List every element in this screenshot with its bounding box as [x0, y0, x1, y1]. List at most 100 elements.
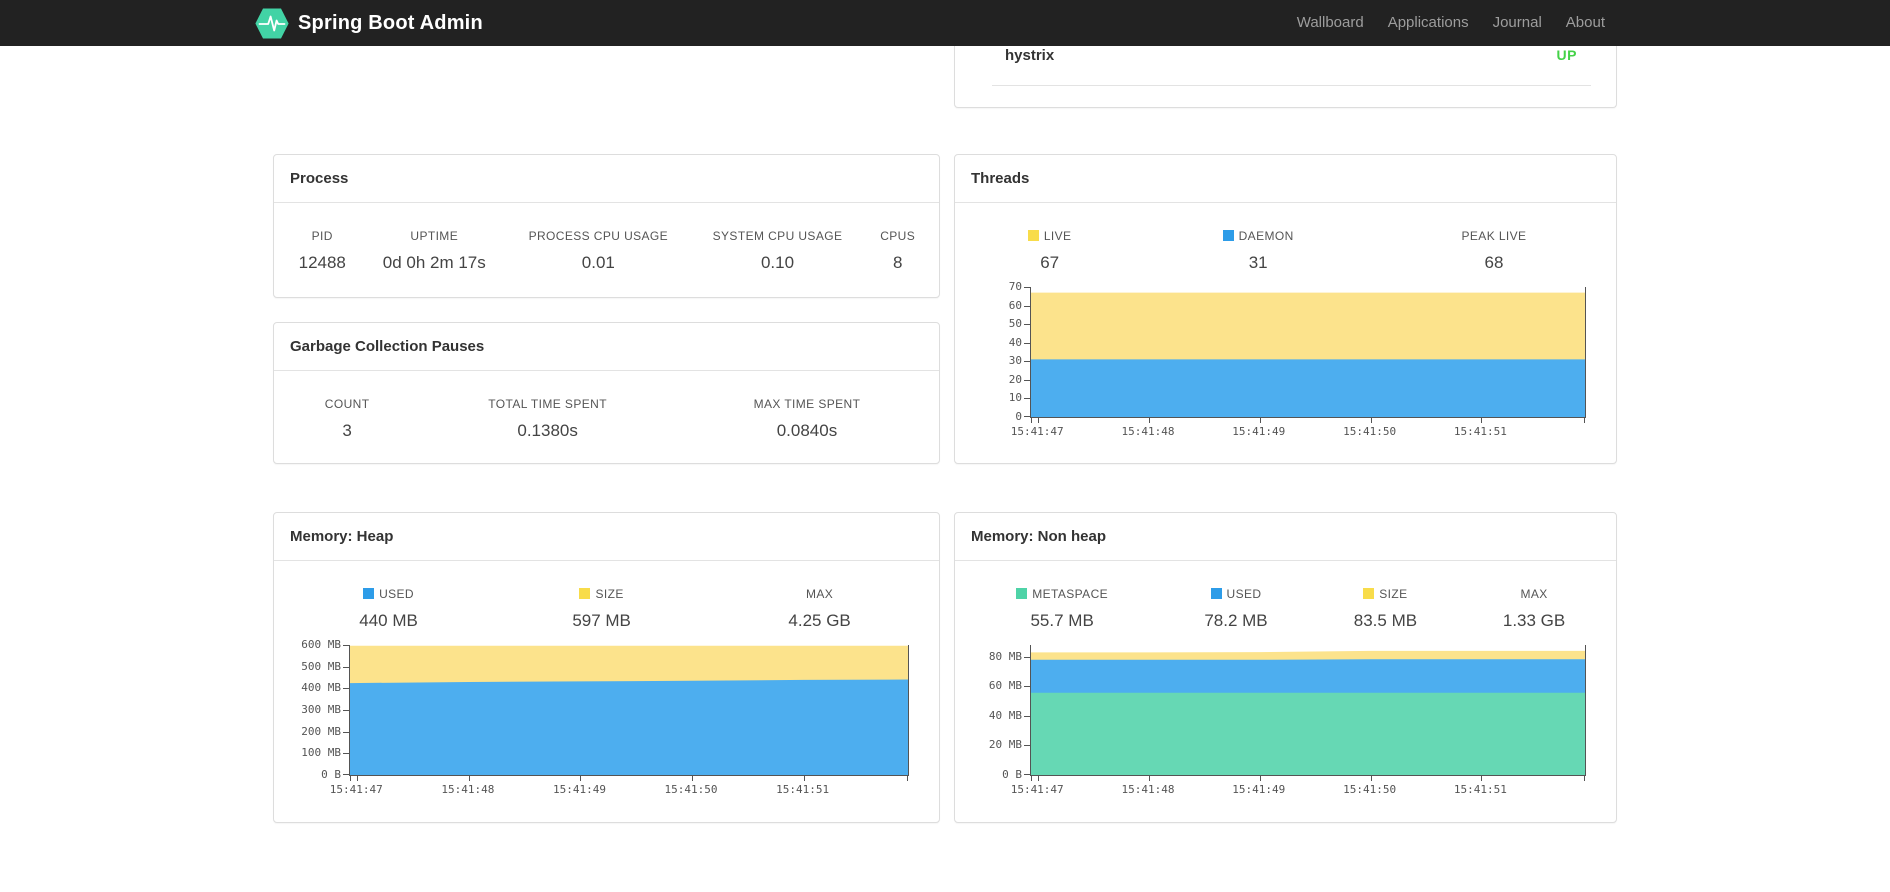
x-tick-label: 15:41:49: [552, 783, 606, 796]
metric-value: 0.10: [760, 253, 795, 272]
x-tick-label: 15:41:48: [441, 783, 495, 796]
nonheap-chart-plot: [1024, 645, 1586, 781]
y-tick-label: 30: [1008, 354, 1022, 368]
metric-value: 0.01: [581, 253, 615, 272]
threads-card: Threads LIVE DAEMON PEAK LIVE 67 31 68 0 10 20 3…: [954, 154, 1617, 464]
metric-label: SIZE: [495, 587, 708, 601]
nav-link-about[interactable]: About: [1554, 0, 1617, 46]
y-tick-label: 20 MB: [988, 738, 1022, 752]
process-metrics-table: PID UPTIME PROCESS CPU USAGE SYSTEM CPU USA…: [282, 229, 931, 273]
threads-card-title: Threads: [955, 155, 1616, 203]
gc-card-title: Garbage Collection Pauses: [274, 323, 939, 371]
y-tick-mark: [1024, 398, 1030, 400]
metric-label: CPUS: [880, 229, 916, 243]
metric-label: LIVE: [963, 229, 1136, 243]
y-tick-mark: [1024, 379, 1030, 381]
y-tick-mark: [343, 666, 349, 668]
metric-label: COUNT: [324, 397, 370, 411]
y-tick-mark: [343, 688, 349, 690]
metric-value: 12488: [298, 253, 346, 272]
metric-label: USED: [282, 587, 495, 601]
metric-label: MAX: [1520, 587, 1548, 601]
metric-label: METASPACE: [963, 587, 1161, 601]
x-tick-label: 15:41:49: [1232, 783, 1286, 796]
y-tick-label: 40 MB: [988, 708, 1022, 722]
threads-chart-plot: [1024, 287, 1586, 423]
process-card: Process PID UPTIME PROCESS CPU USAGE SYSTEM…: [273, 154, 940, 298]
metric-value: 0d 0h 2m 17s: [382, 253, 486, 272]
pulse-hexagon-icon: [255, 8, 289, 39]
legend-swatch-icon: [1210, 588, 1222, 599]
y-tick-label: 40: [1008, 335, 1022, 349]
metric-value: 31: [1248, 253, 1268, 272]
metric-value: 68: [1484, 253, 1504, 272]
heap-chart: 0 B 100 MB 200 MB 300 MB 400 MB 500 MB 600 MB …: [301, 638, 909, 800]
metric-value: 0.0840s: [776, 421, 838, 440]
legend-swatch-icon: [1222, 230, 1234, 241]
legend-swatch-icon: [1363, 588, 1375, 599]
nav-link-journal[interactable]: Journal: [1481, 0, 1554, 46]
brand-title: Spring Boot Admin: [298, 11, 483, 34]
legend-swatch-icon: [1027, 230, 1039, 241]
metric-label: SIZE: [1311, 587, 1460, 601]
x-tick-label: 15:41:47: [1010, 783, 1064, 796]
y-tick-label: 0 B: [321, 768, 341, 781]
y-tick-label: 50: [1008, 317, 1022, 331]
nav-link-wallboard[interactable]: Wallboard: [1285, 0, 1376, 46]
x-tick-label: 15:41:51: [1453, 425, 1507, 438]
threads-chart-x-axis: 15:41:47 15:41:48 15:41:49 15:41:50 15:41:51: [1011, 418, 1586, 442]
y-tick-label: 400 MB: [301, 681, 341, 695]
y-tick-label: 100 MB: [301, 746, 341, 760]
metric-value: 83.5 MB: [1353, 611, 1418, 630]
y-tick-mark: [343, 774, 349, 775]
area-series-daemon: [1031, 359, 1585, 417]
metric-label: MAX TIME SPENT: [753, 397, 861, 411]
y-tick-label: 70: [1008, 280, 1022, 293]
area-series-metaspace: [1031, 692, 1585, 775]
navbar-inner: Spring Boot Admin Wallboard Applications…: [255, 0, 1617, 46]
metric-value: 0.1380s: [517, 421, 578, 440]
y-tick-mark: [1024, 324, 1030, 326]
y-tick-label: 600 MB: [301, 638, 341, 651]
content-area: hystrix UP Process PID UPTIME PROCESS CPU …: [273, 46, 1617, 892]
metric-value: 597 MB: [572, 611, 631, 630]
y-tick-mark: [1024, 342, 1030, 344]
metric-value: 78.2 MB: [1204, 611, 1268, 630]
nav-links: Wallboard Applications Journal About: [1285, 0, 1617, 46]
x-tick-label: 15:41:47: [329, 783, 383, 796]
metric-label: PEAK LIVE: [1461, 229, 1527, 243]
y-tick-label: 10: [1008, 391, 1022, 405]
x-tick-label: 15:41:50: [1343, 425, 1397, 438]
y-tick-label: 80 MB: [988, 649, 1022, 663]
y-tick-mark: [343, 710, 349, 711]
metric-label: PROCESS CPU USAGE: [528, 229, 669, 243]
health-details-card: hystrix UP: [954, 46, 1617, 108]
heap-legend-table: USED SIZE MAX 440 MB 597 MB 4.25 GB: [282, 587, 931, 631]
y-tick-label: 500 MB: [301, 659, 341, 673]
metric-value: 4.25 GB: [788, 611, 851, 630]
health-status-badge: UP: [1556, 47, 1577, 63]
y-tick-mark: [343, 645, 349, 646]
brand-link[interactable]: Spring Boot Admin: [255, 8, 483, 39]
y-tick-mark: [1024, 305, 1030, 307]
y-tick-label: 60: [1008, 298, 1022, 312]
legend-swatch-icon: [579, 588, 591, 599]
metric-label: MAX: [805, 587, 834, 601]
area-series-used: [350, 679, 908, 775]
y-tick-label: 60 MB: [988, 679, 1022, 693]
nav-link-applications[interactable]: Applications: [1376, 0, 1481, 46]
y-tick-mark: [1024, 287, 1030, 288]
y-tick-mark: [1024, 361, 1030, 363]
y-tick-label: 200 MB: [301, 724, 341, 738]
y-tick-mark: [1024, 416, 1030, 417]
x-tick-label: 15:41:49: [1232, 425, 1286, 438]
x-tick-label: 15:41:51: [776, 783, 830, 796]
metric-label: TOTAL TIME SPENT: [488, 397, 607, 411]
metric-value: 440 MB: [359, 611, 418, 630]
process-card-title: Process: [274, 155, 939, 203]
memory-nonheap-card: Memory: Non heap METASPACE USED SIZE MAX 55.…: [954, 512, 1617, 823]
x-tick-label: 15:41:50: [664, 783, 718, 796]
memory-heap-card: Memory: Heap USED SIZE MAX 440 MB 597 MB 4.25…: [273, 512, 940, 823]
y-tick-label: 0: [1015, 410, 1022, 423]
gc-metrics-table: COUNT TOTAL TIME SPENT MAX TIME SPENT 3 0.13…: [282, 397, 931, 441]
